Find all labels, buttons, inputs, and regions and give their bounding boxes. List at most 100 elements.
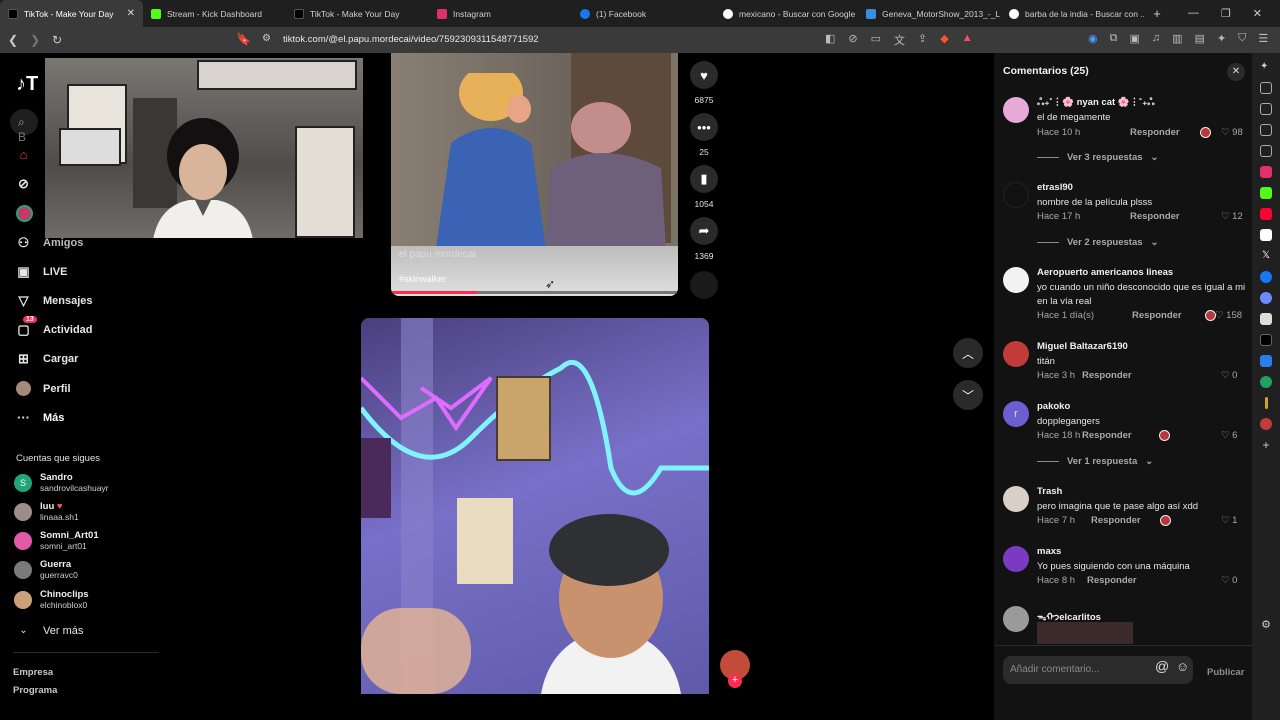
following-account[interactable]: Somni_Art01 somni_art01 [14, 530, 99, 551]
facebook-icon[interactable] [1260, 271, 1272, 283]
extension-icon[interactable] [1260, 376, 1272, 388]
browser-tab[interactable]: Geneva_MotorShow_2013_-_L... [858, 0, 1001, 27]
brave-shield-icon[interactable]: ◆ [940, 32, 948, 48]
comment-like-button[interactable]: ♡ 12 [1221, 211, 1243, 222]
back-icon[interactable]: ❮ [8, 33, 18, 47]
minimize-icon[interactable]: — [1188, 7, 1199, 20]
reply-button[interactable]: Responder [1087, 575, 1137, 586]
extension-icon[interactable] [1260, 313, 1272, 325]
video-progress-bar[interactable] [391, 291, 678, 294]
avatar[interactable]: r [1003, 401, 1029, 427]
brave-rewards-icon[interactable]: ▲ [962, 32, 973, 48]
following-account[interactable]: luu ♥ linaaa.sh1 [14, 501, 79, 522]
extension-icon[interactable]: ⊘ [848, 32, 857, 48]
comment-button[interactable]: ••• 25 [690, 113, 718, 157]
sidebar-toggle-icon[interactable]: ▥ [1172, 32, 1182, 45]
sidebar-item-upload[interactable]: ⊞ Cargar [16, 351, 78, 366]
sidebar-item-explore[interactable]: ⊘ [16, 176, 31, 191]
view-replies-button[interactable]: Ver 1 respuesta ⌄ [1037, 456, 1153, 467]
wallet-icon[interactable] [1260, 103, 1272, 115]
browser-tab[interactable]: barba de la india - Buscar con ... [1001, 0, 1144, 27]
extension-icon[interactable] [1264, 397, 1268, 409]
menu-icon[interactable]: ☰ [1258, 32, 1268, 45]
reply-button[interactable]: Responder [1130, 127, 1180, 138]
close-window-icon[interactable]: ✕ [1253, 7, 1262, 20]
avatar[interactable] [1003, 267, 1029, 293]
comment-like-button[interactable]: ♡ 0 [1221, 575, 1237, 586]
browser-tab[interactable]: TikTok - Make Your Day ✕ [0, 0, 143, 27]
music-icon[interactable]: ♫ [1152, 32, 1160, 45]
mention-icon[interactable]: @ [1155, 658, 1169, 674]
add-icon[interactable]: + [1260, 439, 1272, 451]
screenshot-icon[interactable]: ▣ [1129, 32, 1139, 45]
tiktok-logo[interactable]: ♪T [16, 73, 38, 96]
extensions-icon[interactable]: ⧉ [1110, 32, 1118, 45]
follow-plus-icon[interactable]: + [728, 674, 742, 688]
bookmark-icon[interactable]: 🔖 [236, 32, 251, 46]
video-player[interactable]: el papu mordecai #skinwalker [391, 53, 678, 296]
reading-list-icon[interactable] [1260, 82, 1272, 94]
sidebar-item-more[interactable]: ··· Más [16, 410, 64, 425]
settings-icon[interactable]: ⚙ [1260, 618, 1272, 631]
kick-icon[interactable] [1260, 187, 1272, 199]
browser-tab[interactable]: Stream - Kick Dashboard [143, 0, 286, 27]
footer-link[interactable]: Empresa [13, 667, 53, 678]
instagram-icon[interactable] [1260, 166, 1272, 178]
extension-icon[interactable] [1260, 418, 1272, 430]
comment-like-button[interactable]: ♡ 1 [1221, 515, 1237, 526]
reply-button[interactable]: Responder [1132, 310, 1182, 321]
url-field[interactable]: tiktok.com/@el.papu.mordecai/video/75923… [283, 34, 539, 45]
share-button[interactable]: ➦ 1369 [690, 217, 718, 261]
translate-icon[interactable]: 文 [894, 32, 905, 48]
reload-icon[interactable]: ↻ [52, 33, 62, 47]
cast-icon[interactable]: ▭ [871, 32, 881, 48]
avatar[interactable] [1003, 486, 1029, 512]
maximize-icon[interactable]: ❐ [1221, 7, 1231, 20]
browser-tab[interactable]: mexicano - Buscar con Google [715, 0, 858, 27]
view-replies-button[interactable]: Ver 3 respuestas ⌄ [1037, 152, 1159, 163]
next-video-button[interactable]: ﹀ [953, 380, 983, 410]
leo-icon[interactable]: ✦ [1217, 32, 1226, 45]
close-tab-icon[interactable]: ✕ [127, 8, 135, 19]
extension-icon[interactable]: ◧ [825, 32, 835, 48]
tiktok-icon[interactable] [1260, 334, 1272, 346]
extension-icon[interactable]: ◉ [1088, 32, 1098, 45]
extension-icon[interactable] [1260, 229, 1272, 241]
sidebar-item-home-icon[interactable]: ⌂ [16, 147, 31, 162]
sidebar-item-following[interactable] [16, 205, 33, 222]
x-icon[interactable]: 𝕏 [1260, 250, 1272, 262]
sidebar-item-activity[interactable]: ▢ 13 Actividad [16, 316, 93, 337]
previous-video-button[interactable]: ︿ [953, 338, 983, 368]
avatar[interactable] [1003, 546, 1029, 572]
site-info-icon[interactable]: ⚙ [262, 33, 271, 44]
share-icon[interactable]: ⇪ [918, 32, 927, 48]
following-account[interactable]: Guerra guerravc0 [14, 559, 78, 580]
save-button[interactable]: ▮ 1054 [690, 165, 718, 209]
sidebar-item-live[interactable]: ▣ LIVE [16, 264, 67, 279]
browser-tab[interactable]: Instagram [429, 0, 572, 27]
sidebar-item-friends[interactable]: ⚇ Amigos [16, 235, 84, 250]
comment-like-button[interactable]: ♡ 0 [1221, 370, 1237, 381]
reply-button[interactable]: Responder [1082, 430, 1132, 441]
view-replies-button[interactable]: Ver 2 respuestas ⌄ [1037, 237, 1159, 248]
video-hashtag[interactable]: #skinwalker [399, 274, 446, 284]
emoji-icon[interactable]: ☺ [1176, 659, 1189, 674]
bookmarks-icon[interactable] [1260, 124, 1272, 136]
footer-link[interactable]: Programa [13, 685, 57, 696]
following-account[interactable]: Chinoclips elchinoblox0 [14, 589, 89, 610]
comment-like-button[interactable]: ♡ 6 [1221, 430, 1237, 441]
comment-image[interactable] [1037, 622, 1133, 644]
browser-tab[interactable]: TikTok - Make Your Day [286, 0, 429, 27]
leo-icon[interactable]: ✦ [1260, 61, 1272, 73]
forward-icon[interactable]: ❯ [30, 33, 40, 47]
see-more-link[interactable]: ⌄ Ver más [16, 623, 83, 638]
following-account[interactable]: S Sandro sandrovilcashuayr [14, 472, 109, 493]
video-player[interactable] [361, 318, 709, 694]
vpn-icon[interactable]: ⛉ [1238, 32, 1246, 45]
comment-like-button[interactable]: ♡ 158 [1215, 310, 1242, 321]
extension-icon[interactable] [1260, 355, 1272, 367]
new-tab-button[interactable]: + [1144, 6, 1170, 21]
comment-like-button[interactable]: ♡ 98 [1221, 127, 1243, 138]
reply-button[interactable]: Responder [1082, 370, 1132, 381]
like-button[interactable]: ♥ 6875 [690, 61, 718, 105]
